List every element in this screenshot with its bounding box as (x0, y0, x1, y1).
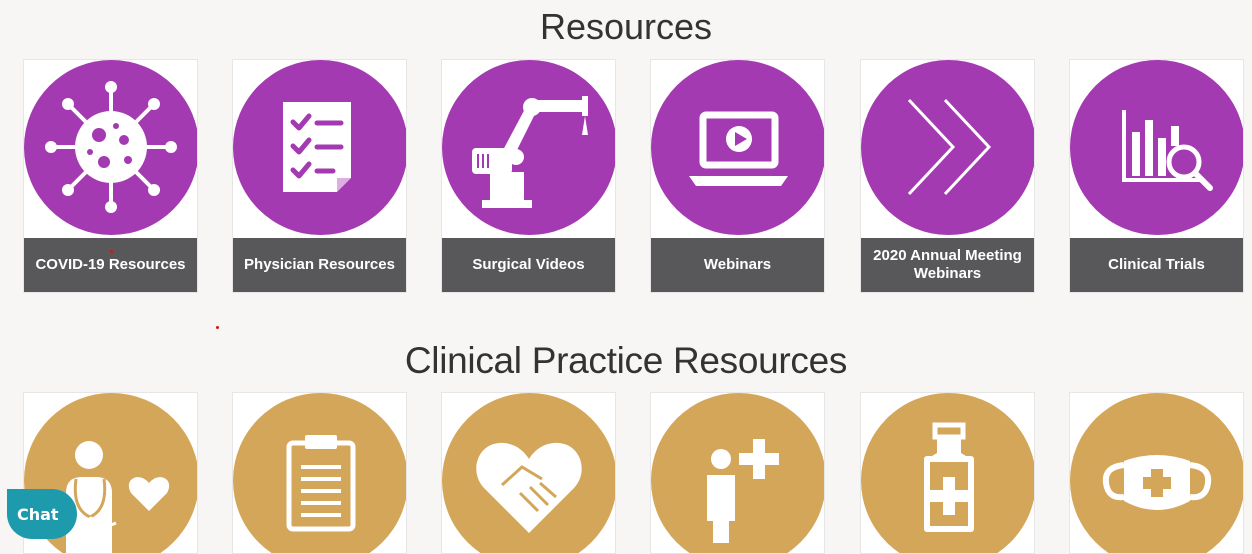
checklist-icon (233, 60, 406, 235)
chart-magnifier-icon (1070, 60, 1243, 235)
double-chevron-icon (861, 60, 1034, 235)
clinical-practice-section-title: Clinical Practice Resources (404, 340, 848, 381)
robot-arm-icon (442, 60, 615, 235)
card-clinical-trials[interactable]: Clinical Trials (1069, 59, 1244, 293)
person-plus-icon (651, 393, 824, 553)
card-clinical-5[interactable] (860, 392, 1035, 554)
card-covid-19-resources[interactable]: COVID-19 Resources (23, 59, 198, 293)
card-webinars[interactable]: Webinars (650, 59, 825, 293)
card-label: COVID-19 Resources (24, 238, 197, 292)
card-clinical-6[interactable] (1069, 392, 1244, 554)
card-2020-annual-meeting-webinars[interactable]: 2020 Annual Meeting Webinars (860, 59, 1035, 293)
face-mask-icon (1070, 393, 1243, 553)
decorative-dot (110, 250, 113, 253)
card-label: 2020 Annual Meeting Webinars (861, 238, 1034, 292)
laptop-play-icon (651, 60, 824, 235)
card-label: Physician Resources (233, 238, 406, 292)
card-label: Surgical Videos (442, 238, 615, 292)
medicine-bottle-icon (861, 393, 1034, 553)
card-clinical-4[interactable] (650, 392, 825, 554)
decorative-dot (216, 326, 219, 329)
card-label: Webinars (651, 238, 824, 292)
heart-handshake-icon (442, 393, 615, 553)
chat-button[interactable]: Chat (7, 489, 77, 539)
clipboard-icon (233, 393, 406, 553)
card-surgical-videos[interactable]: Surgical Videos (441, 59, 616, 293)
card-clinical-2[interactable] (232, 392, 407, 554)
virus-icon (24, 60, 197, 235)
card-physician-resources[interactable]: Physician Resources (232, 59, 407, 293)
resources-section-title: Resources (539, 6, 713, 47)
card-label: Clinical Trials (1070, 238, 1243, 292)
card-clinical-3[interactable] (441, 392, 616, 554)
